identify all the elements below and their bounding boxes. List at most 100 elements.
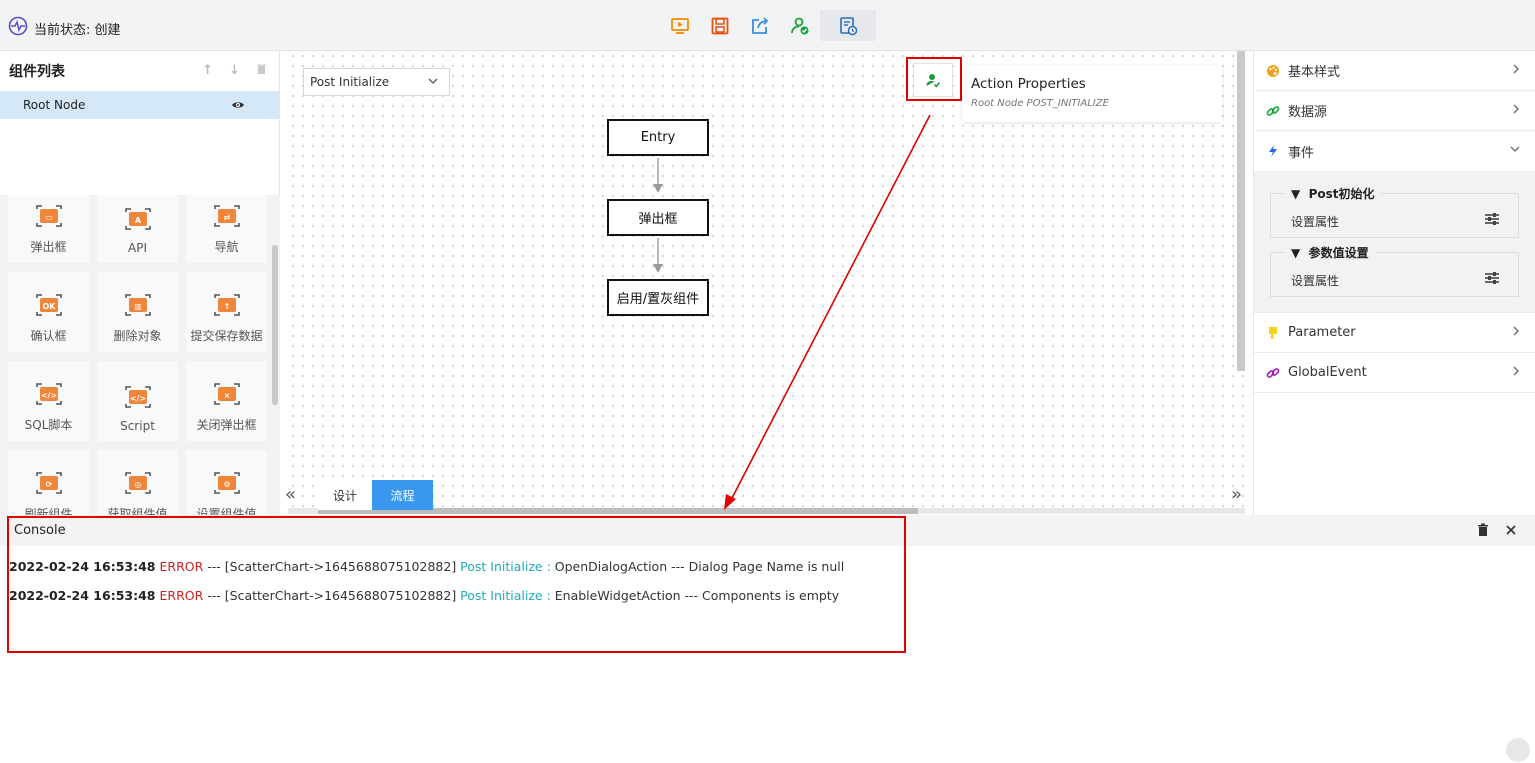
component-icon: ◎ <box>124 472 151 494</box>
pulse-icon <box>8 16 28 40</box>
flow-node-entry[interactable]: Entry <box>607 119 709 156</box>
component-item[interactable]: ⇄ 导航 <box>186 195 267 263</box>
event-name[interactable]: ▼ Post初始化 <box>1285 185 1381 202</box>
svg-text:▭: ▭ <box>45 213 53 222</box>
lightning-icon <box>1266 144 1282 158</box>
chevron-down-icon <box>427 75 439 90</box>
action-properties-subtitle: Root Node POST_INITIALIZE <box>971 98 1109 109</box>
event-select-value: Post Initialize <box>310 75 390 89</box>
move-up-icon[interactable]: ↑ <box>202 63 213 79</box>
component-icon: ▥ <box>124 294 151 316</box>
move-down-icon[interactable]: ↓ <box>229 63 240 79</box>
component-item[interactable]: ◎ 获取组件值 <box>97 450 178 515</box>
preview-icon <box>671 17 689 34</box>
save-button[interactable] <box>700 10 740 41</box>
tree-node-label: Root Node <box>23 98 86 112</box>
component-item[interactable]: ⟳ 刷新组件 <box>8 450 89 515</box>
chevron-right-icon <box>1511 325 1521 341</box>
component-item[interactable]: OK 确认框 <box>8 272 89 352</box>
section-events[interactable]: 事件 <box>1254 131 1535 171</box>
console-highlight-box <box>7 516 906 653</box>
settings-sliders-icon[interactable] <box>1484 212 1500 230</box>
section-basic-style[interactable]: 基本样式 <box>1254 51 1535 91</box>
component-item[interactable]: ⚙ 设置组件值 <box>186 450 267 515</box>
event-name[interactable]: ▼ 参数值设置 <box>1285 244 1375 261</box>
section-global-event[interactable]: GlobalEvent <box>1254 353 1535 393</box>
trash-icon[interactable] <box>1477 523 1489 541</box>
svg-text:◎: ◎ <box>134 480 141 489</box>
component-item[interactable]: × 关闭弹出框 <box>186 361 267 441</box>
component-item[interactable]: </> Script <box>97 361 178 441</box>
svg-text:</>: </> <box>129 394 145 403</box>
flow-node-enable-widget[interactable]: 启用/置灰组件 <box>607 279 709 316</box>
section-parameter[interactable]: Parameter <box>1254 313 1535 353</box>
link-icon <box>1266 104 1282 118</box>
component-item[interactable]: ▥ 删除对象 <box>97 272 178 352</box>
event-group-param-set: ▼ 参数值设置 设置属性 <box>1270 244 1519 297</box>
component-item[interactable]: ▭ 弹出框 <box>8 195 89 263</box>
export-button[interactable] <box>740 10 780 41</box>
status-text: 当前状态: 创建 <box>34 22 121 38</box>
highlight-box <box>906 57 962 101</box>
assistant-logo-icon[interactable] <box>1506 738 1530 762</box>
eye-icon[interactable] <box>231 98 245 115</box>
event-property-label: 设置属性 <box>1291 274 1340 288</box>
save-icon <box>711 17 729 34</box>
component-icon: </> <box>124 386 151 408</box>
svg-text:⚙: ⚙ <box>223 480 230 489</box>
svg-text:OK: OK <box>42 302 56 311</box>
flow-node-dialog[interactable]: 弹出框 <box>607 199 709 236</box>
svg-text:↑: ↑ <box>223 302 230 311</box>
schedule-button[interactable] <box>820 10 876 41</box>
component-label: SQL脚本 <box>24 418 73 432</box>
status-indicator: 当前状态: 创建 <box>8 16 121 40</box>
component-icon: A <box>124 208 151 230</box>
component-label: 刷新组件 <box>24 507 73 515</box>
component-item[interactable]: A API <box>97 195 178 263</box>
component-palette: ▭ 弹出框 A API ⇄ 导航 OK 确认框 ▥ 删除对象 ↑ 提交保存数据 </> SQL脚本 </> S… <box>0 195 280 515</box>
component-label: API <box>128 241 147 255</box>
panel-actions: ↑ ↓ <box>202 63 267 79</box>
events-list: ▼ Post初始化 设置属性 ▼ 参数值设置 设置属性 <box>1254 171 1535 313</box>
component-label: 导航 <box>214 240 239 254</box>
component-panel: 组件列表 ↑ ↓ Root Node ▭ 弹出框 A API ⇄ 导航 OK 确认框 ▥ 删除对象… <box>0 51 280 515</box>
settings-sliders-icon[interactable] <box>1484 271 1500 289</box>
svg-text:A: A <box>134 216 141 225</box>
svg-text:</>: </> <box>40 391 56 400</box>
collapse-right-icon[interactable]: » <box>1231 484 1242 505</box>
component-label: Script <box>120 419 155 433</box>
toolbar <box>660 10 876 41</box>
panel-title: 组件列表 <box>9 64 65 80</box>
component-panel-header: 组件列表 ↑ ↓ <box>0 51 279 91</box>
component-label: 关闭弹出框 <box>196 418 257 432</box>
close-icon[interactable] <box>1505 523 1517 541</box>
tab-design[interactable]: 设计 <box>318 480 372 510</box>
component-item[interactable]: </> SQL脚本 <box>8 361 89 441</box>
publish-button[interactable] <box>780 10 820 41</box>
event-property-label: 设置属性 <box>1291 215 1340 229</box>
component-icon: ▭ <box>35 205 62 227</box>
palette-icon <box>1266 64 1282 78</box>
chevron-right-icon <box>1511 103 1521 119</box>
trash-icon[interactable] <box>256 63 267 79</box>
console-actions <box>1477 523 1517 541</box>
tab-flow[interactable]: 流程 <box>372 480 433 510</box>
event-select[interactable]: Post Initialize <box>303 68 450 96</box>
view-tabs: 设计 流程 <box>318 480 433 510</box>
flag-icon <box>1266 326 1282 340</box>
canvas-vertical-scrollbar[interactable] <box>1237 51 1245 371</box>
palette-scrollbar[interactable] <box>272 245 278 405</box>
component-label: 获取组件值 <box>107 507 168 515</box>
publish-icon <box>791 17 809 34</box>
section-data-source[interactable]: 数据源 <box>1254 91 1535 131</box>
component-icon: × <box>213 383 240 405</box>
tree-node-root[interactable]: Root Node <box>0 91 279 119</box>
preview-button[interactable] <box>660 10 700 41</box>
component-label: 删除对象 <box>113 329 162 343</box>
event-group-post-init: ▼ Post初始化 设置属性 <box>1270 185 1519 238</box>
action-properties-title: Action Properties <box>971 76 1086 92</box>
link-icon <box>1266 366 1282 380</box>
component-label: 设置组件值 <box>196 507 257 515</box>
collapse-left-icon[interactable]: « <box>285 484 296 505</box>
component-item[interactable]: ↑ 提交保存数据 <box>186 272 267 352</box>
